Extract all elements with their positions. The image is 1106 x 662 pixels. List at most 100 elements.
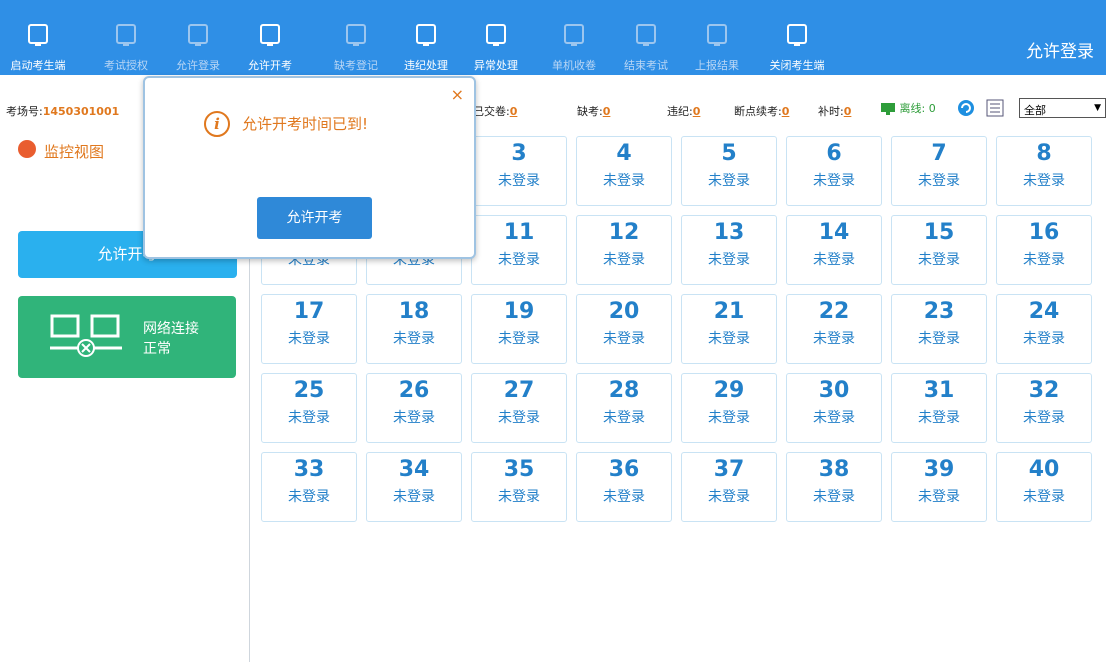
seat-card[interactable]: 6 未登录 xyxy=(786,136,882,206)
submitted-count[interactable]: 0 xyxy=(510,105,518,118)
seat-card[interactable]: 5 未登录 xyxy=(681,136,777,206)
seat-status: 未登录 xyxy=(708,489,750,505)
toolbar-item-8[interactable]: 结束考试 xyxy=(616,0,676,75)
seat-status: 未登录 xyxy=(918,252,960,268)
seat-card[interactable]: 30 未登录 xyxy=(786,373,882,443)
seat-number: 22 xyxy=(818,299,850,324)
toolbar-item-6[interactable]: 异常处理 xyxy=(466,0,526,75)
seat-card[interactable]: 31 未登录 xyxy=(891,373,987,443)
seat-card[interactable]: 24 未登录 xyxy=(996,294,1092,364)
refresh-icon[interactable] xyxy=(957,99,975,120)
dialog-message: 允许开考时间已到! xyxy=(242,115,369,133)
close-icon[interactable]: × xyxy=(451,85,464,104)
alarm-clock-icon xyxy=(259,22,281,48)
list-view-icon[interactable] xyxy=(986,99,1004,120)
seat-card[interactable]: 11 未登录 xyxy=(471,215,567,285)
seat-number: 11 xyxy=(503,220,535,245)
seat-status: 未登录 xyxy=(288,489,330,505)
seat-number: 28 xyxy=(608,378,640,403)
seat-number: 19 xyxy=(503,299,535,324)
room-number: 1450301001 xyxy=(42,105,120,118)
seat-number: 29 xyxy=(713,378,745,403)
seat-card[interactable]: 39 未登录 xyxy=(891,452,987,522)
seat-card[interactable]: 20 未登录 xyxy=(576,294,672,364)
network-status-line2: 正常 xyxy=(143,341,171,357)
seat-card[interactable]: 23 未登录 xyxy=(891,294,987,364)
toolbar-item-7[interactable]: 单机收卷 xyxy=(544,0,604,75)
seat-status: 未登录 xyxy=(813,331,855,347)
toolbar-item-label: 关闭考生端 xyxy=(769,59,825,72)
seat-card[interactable]: 4 未登录 xyxy=(576,136,672,206)
seat-card[interactable]: 34 未登录 xyxy=(366,452,462,522)
seat-card[interactable]: 36 未登录 xyxy=(576,452,672,522)
seat-status: 未登录 xyxy=(813,410,855,426)
seat-status: 未登录 xyxy=(918,489,960,505)
seat-status: 未登录 xyxy=(813,252,855,268)
chevron-down-icon: ▼ xyxy=(1094,103,1101,113)
resume-count[interactable]: 0 xyxy=(782,105,790,118)
seat-number: 31 xyxy=(923,378,955,403)
absent-count[interactable]: 0 xyxy=(603,105,611,118)
seat-card[interactable]: 14 未登录 xyxy=(786,215,882,285)
violation-count[interactable]: 0 xyxy=(693,105,701,118)
toolbar-item-label: 考试授权 xyxy=(104,59,148,72)
seat-card[interactable]: 16 未登录 xyxy=(996,215,1092,285)
seat-card[interactable]: 29 未登录 xyxy=(681,373,777,443)
seat-number: 30 xyxy=(818,378,850,403)
seat-card[interactable]: 19 未登录 xyxy=(471,294,567,364)
seat-number: 3 xyxy=(511,141,527,166)
seat-card[interactable]: 12 未登录 xyxy=(576,215,672,285)
toolbar-item-4[interactable]: 缺考登记 xyxy=(326,0,386,75)
seat-status: 未登录 xyxy=(393,331,435,347)
seat-status: 未登录 xyxy=(1023,410,1065,426)
toolbar-item-label: 单机收卷 xyxy=(552,59,596,72)
seat-card[interactable]: 38 未登录 xyxy=(786,452,882,522)
extra-time-count[interactable]: 0 xyxy=(844,105,852,118)
toolbar-item-label: 缺考登记 xyxy=(334,59,378,72)
toolbar-item-2[interactable]: 允许登录 xyxy=(168,0,228,75)
seat-card[interactable]: 22 未登录 xyxy=(786,294,882,364)
seat-card[interactable]: 21 未登录 xyxy=(681,294,777,364)
seat-status: 未登录 xyxy=(813,489,855,505)
seat-card[interactable]: 33 未登录 xyxy=(261,452,357,522)
network-monitor-icon xyxy=(881,103,895,115)
seat-status: 未登录 xyxy=(603,252,645,268)
seat-card[interactable]: 18 未登录 xyxy=(366,294,462,364)
seat-card[interactable]: 8 未登录 xyxy=(996,136,1092,206)
seat-status: 未登录 xyxy=(498,410,540,426)
seat-number: 6 xyxy=(826,141,842,166)
seat-card[interactable]: 17 未登录 xyxy=(261,294,357,364)
seat-number: 33 xyxy=(293,457,325,482)
seat-card[interactable]: 3 未登录 xyxy=(471,136,567,206)
seat-card[interactable]: 13 未登录 xyxy=(681,215,777,285)
filter-select[interactable]: 全部 ▼ xyxy=(1019,98,1106,118)
seat-card[interactable]: 40 未登录 xyxy=(996,452,1092,522)
toolbar-item-5[interactable]: 违纪处理 xyxy=(396,0,456,75)
seat-card[interactable]: 15 未登录 xyxy=(891,215,987,285)
seat-card[interactable]: 28 未登录 xyxy=(576,373,672,443)
toolbar-item-10[interactable]: 关闭考生端 xyxy=(764,0,830,75)
seat-card[interactable]: 37 未登录 xyxy=(681,452,777,522)
seat-number: 27 xyxy=(503,378,535,403)
allow-start-button[interactable]: 允许开考 xyxy=(257,197,372,239)
seat-number: 14 xyxy=(818,220,850,245)
seat-number: 24 xyxy=(1028,299,1060,324)
seat-card[interactable]: 35 未登录 xyxy=(471,452,567,522)
toolbar-item-label: 异常处理 xyxy=(474,59,518,72)
seat-card[interactable]: 27 未登录 xyxy=(471,373,567,443)
seat-number: 12 xyxy=(608,220,640,245)
seat-number: 17 xyxy=(293,299,325,324)
seat-status: 未登录 xyxy=(498,489,540,505)
seat-number: 13 xyxy=(713,220,745,245)
seat-status: 未登录 xyxy=(708,252,750,268)
toolbar-item-1[interactable]: 考试授权 xyxy=(96,0,156,75)
seat-card[interactable]: 25 未登录 xyxy=(261,373,357,443)
seat-status: 未登录 xyxy=(708,173,750,189)
seat-status: 未登录 xyxy=(288,410,330,426)
seat-card[interactable]: 26 未登录 xyxy=(366,373,462,443)
toolbar-item-3[interactable]: 允许开考 xyxy=(240,0,300,75)
seat-card[interactable]: 7 未登录 xyxy=(891,136,987,206)
toolbar-item-9[interactable]: 上报结果 xyxy=(687,0,747,75)
toolbar-item-0[interactable]: 启动考生端 xyxy=(8,0,68,75)
seat-card[interactable]: 32 未登录 xyxy=(996,373,1092,443)
